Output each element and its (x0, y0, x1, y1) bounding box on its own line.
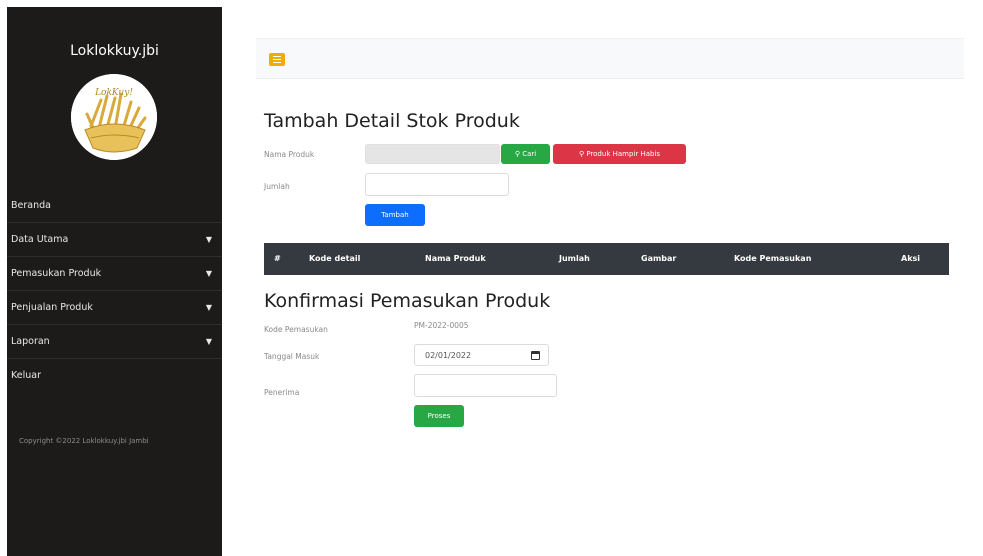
penerima-label: Penerima (264, 388, 300, 397)
sidebar-item-penjualan-produk[interactable]: Penjualan Produk ▼ (7, 291, 222, 325)
table-header-cell: Kode detail (309, 254, 361, 263)
hamburger-icon[interactable] (269, 53, 285, 66)
kode-pemasukan-label: Kode Pemasukan (264, 325, 328, 334)
table-header-cell: Jumlah (559, 254, 590, 263)
produk-hampir-habis-button[interactable]: ⚲ Produk Hampir Habis (553, 144, 686, 164)
top-navbar (256, 38, 964, 79)
brand-name[interactable]: Loklokkuy.jbi (7, 43, 222, 59)
jumlah-label: Jumlah (264, 182, 290, 191)
proses-button[interactable]: Proses (414, 405, 464, 427)
sidebar-item-laporan[interactable]: Laporan ▼ (7, 325, 222, 359)
table-header-cell: Gambar (641, 254, 677, 263)
nama-produk-label: Nama Produk (264, 150, 315, 159)
tanggal-masuk-label: Tanggal Masuk (264, 352, 320, 361)
confirm-form-title: Konfirmasi Pemasukan Produk (264, 290, 551, 312)
cari-button[interactable]: ⚲ Cari (501, 144, 550, 164)
table-header-cell: # (274, 254, 281, 263)
brand-logo[interactable]: LokKuy! (71, 74, 157, 160)
sidebar-item-label: Pemasukan Produk (11, 268, 102, 279)
sidebar-menu: Beranda Data Utama ▼ Pemasukan Produk ▼ … (7, 189, 222, 393)
sidebar-item-label: Data Utama (11, 234, 69, 245)
sidebar-item-label: Laporan (11, 336, 50, 347)
sidebar-item-pemasukan-produk[interactable]: Pemasukan Produk ▼ (7, 257, 222, 291)
sidebar-item-label: Beranda (11, 200, 51, 211)
sidebar-item-data-utama[interactable]: Data Utama ▼ (7, 223, 222, 257)
table-header-cell: Kode Pemasukan (734, 254, 812, 263)
penerima-input[interactable] (414, 374, 557, 397)
produk-hampir-habis-label: Produk Hampir Habis (586, 150, 661, 158)
detail-table-header: # Kode detail Nama Produk Jumlah Gambar … (264, 243, 949, 275)
tanggal-masuk-input[interactable]: 02/01/2022 (414, 344, 549, 366)
logo-text: LokKuy! (95, 88, 133, 98)
tanggal-masuk-value: 02/01/2022 (425, 351, 472, 360)
tambah-button[interactable]: Tambah (365, 204, 425, 226)
calendar-icon[interactable] (531, 351, 540, 360)
search-icon: ⚲ (578, 150, 585, 158)
sidebar-item-beranda[interactable]: Beranda (7, 189, 222, 223)
table-header-cell: Nama Produk (425, 254, 486, 263)
sidebar-item-label: Keluar (11, 370, 41, 381)
jumlah-input[interactable] (365, 173, 509, 196)
nama-produk-field[interactable] (365, 144, 500, 164)
table-header-cell: Aksi (901, 254, 921, 263)
sidebar: Loklokkuy.jbi LokKuy! Beranda Data Utama (7, 7, 222, 556)
sidebar-item-keluar[interactable]: Keluar (7, 359, 222, 393)
caret-down-icon: ▼ (205, 337, 212, 346)
sidebar-item-label: Penjualan Produk (11, 302, 93, 313)
search-icon: ⚲ (514, 150, 520, 158)
caret-down-icon: ▼ (205, 235, 212, 244)
kode-pemasukan-value: PM-2022-0005 (414, 321, 469, 330)
fries-logo-icon (71, 74, 157, 160)
copyright-text: Copyright ©2022 Loklokkuy.jbi Jambi (19, 437, 149, 445)
caret-down-icon: ▼ (205, 303, 212, 312)
cari-button-label: Cari (522, 150, 537, 158)
detail-form-title: Tambah Detail Stok Produk (264, 110, 520, 132)
caret-down-icon: ▼ (205, 269, 212, 278)
